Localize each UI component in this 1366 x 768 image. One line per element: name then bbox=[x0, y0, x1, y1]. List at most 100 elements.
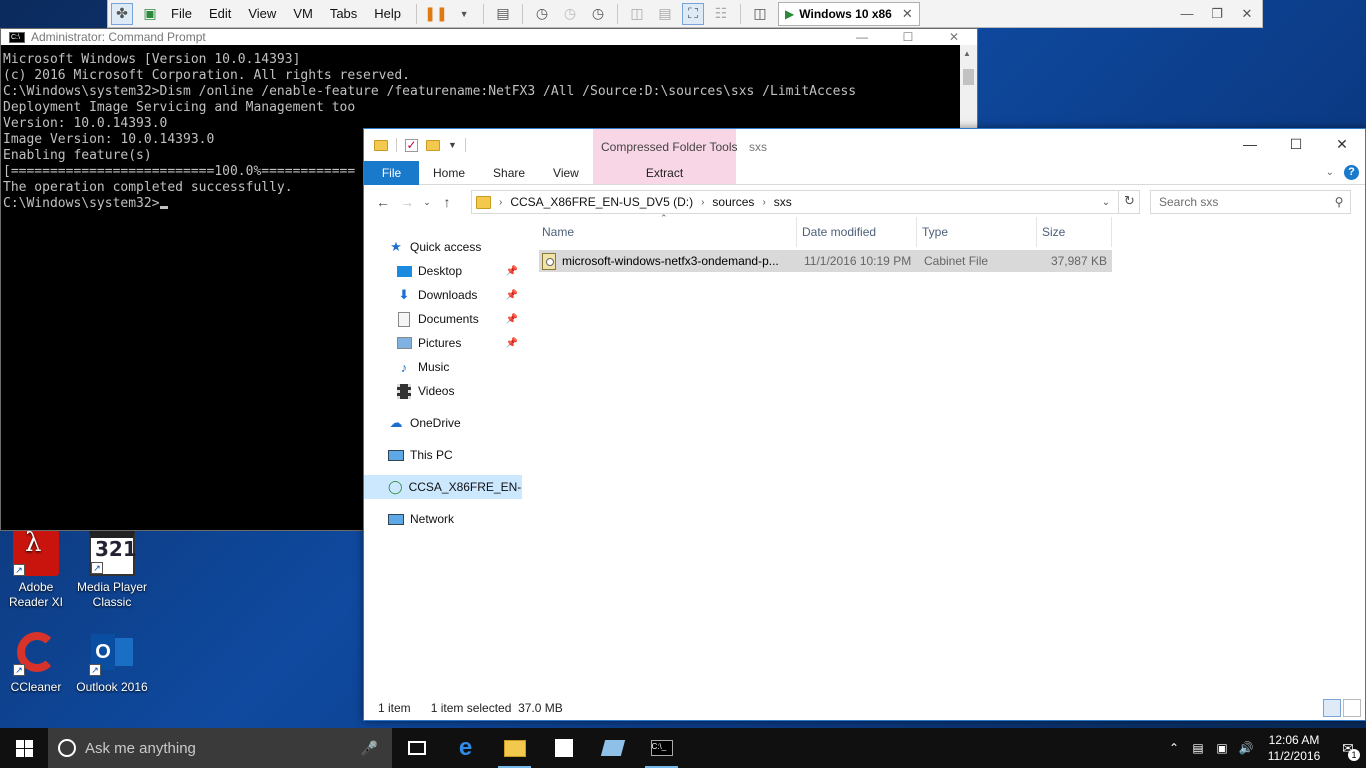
nav-item-drive[interactable]: ◯ CCSA_X86FRE_EN-US bbox=[364, 475, 522, 499]
pin-icon[interactable]: ✤ bbox=[111, 2, 133, 25]
properties-icon[interactable]: ✓ bbox=[405, 138, 418, 152]
desktop-icon-adobe-reader[interactable]: λ ↗ Adobe Reader XI bbox=[0, 530, 72, 610]
column-name[interactable]: Name bbox=[537, 217, 797, 247]
large-icons-view-icon[interactable] bbox=[1343, 699, 1361, 717]
vmware-home-icon[interactable]: ▣ bbox=[139, 3, 161, 25]
desktop-icon-ccleaner[interactable]: ↗ CCleaner bbox=[0, 630, 72, 695]
menu-view[interactable]: View bbox=[241, 6, 286, 21]
action-center-button[interactable]: ✉ 1 bbox=[1330, 740, 1366, 761]
taskbar-store[interactable] bbox=[539, 728, 588, 768]
pin-icon[interactable]: 📌 bbox=[506, 314, 518, 325]
column-date-modified[interactable]: Date modified bbox=[797, 217, 917, 247]
nav-item-videos[interactable]: Videos bbox=[364, 379, 522, 403]
taskbar-command-prompt[interactable]: C:\_ bbox=[637, 728, 686, 768]
cmd-title-bar[interactable]: C:\ Administrator: Command Prompt — ☐ ✕ bbox=[1, 29, 977, 45]
tab-home[interactable]: Home bbox=[419, 161, 479, 185]
vm-tab[interactable]: ▶ Windows 10 x86 ✕ bbox=[778, 1, 920, 26]
tab-view[interactable]: View bbox=[539, 161, 593, 185]
address-bar[interactable]: › CCSA_X86FRE_EN-US_DV5 (D:) › sources ›… bbox=[471, 190, 1140, 214]
cortana-search-box[interactable]: Ask me anything 🎤 bbox=[48, 728, 392, 768]
fullscreen-icon[interactable]: ⛶ bbox=[682, 2, 705, 25]
refresh-icon[interactable]: ↻ bbox=[1118, 190, 1140, 214]
microphone-icon[interactable]: 🎤 bbox=[361, 740, 378, 757]
nav-item-quick-access[interactable]: ★ Quick access bbox=[364, 235, 522, 259]
snapshot-icon[interactable]: ◷ bbox=[531, 3, 553, 25]
close-button[interactable]: ✕ bbox=[931, 30, 977, 44]
forward-arrow-icon[interactable]: → bbox=[395, 194, 419, 210]
column-size[interactable]: Size bbox=[1037, 217, 1112, 247]
vmware-tray-icon[interactable]: ▤ bbox=[1186, 741, 1210, 755]
pin-icon[interactable]: 📌 bbox=[506, 266, 518, 277]
pin-icon[interactable]: 📌 bbox=[506, 290, 518, 301]
chevron-right-icon[interactable]: › bbox=[497, 197, 504, 208]
revert-snapshot-icon[interactable]: ◷ bbox=[559, 3, 581, 25]
close-button[interactable]: ✕ bbox=[1232, 6, 1262, 22]
pin-icon[interactable]: 📌 bbox=[506, 338, 518, 349]
library-view-icon[interactable]: ◫ bbox=[626, 3, 648, 25]
unity-icon[interactable]: ☷ bbox=[710, 3, 732, 25]
file-row[interactable]: microsoft-windows-netfx3-ondemand-p... 1… bbox=[539, 250, 1112, 272]
clock[interactable]: 12:06 AM 11/2/2016 bbox=[1258, 732, 1330, 764]
nav-item-onedrive[interactable]: ☁ OneDrive bbox=[364, 411, 522, 435]
tab-share[interactable]: Share bbox=[479, 161, 539, 185]
network-status-icon[interactable]: ▣ bbox=[1210, 741, 1234, 755]
menu-help[interactable]: Help bbox=[367, 6, 411, 21]
maximize-button[interactable]: ☐ bbox=[1273, 129, 1319, 159]
nav-item-documents[interactable]: Documents 📌 bbox=[364, 307, 522, 331]
details-view-icon[interactable] bbox=[1323, 699, 1341, 717]
desktop-icon-media-player-classic[interactable]: 321 ↗ Media Player Classic bbox=[76, 530, 148, 610]
nav-item-network[interactable]: Network bbox=[364, 507, 522, 531]
close-button[interactable]: ✕ bbox=[1319, 129, 1365, 159]
back-arrow-icon[interactable]: ← bbox=[371, 194, 395, 210]
explorer-title-bar[interactable]: ✓ ▼ bbox=[364, 129, 1365, 161]
send-ctrl-alt-del-icon[interactable]: ▤ bbox=[492, 3, 514, 25]
tab-extract[interactable]: Extract bbox=[593, 161, 736, 185]
nav-item-downloads[interactable]: ⬇ Downloads 📌 bbox=[364, 283, 522, 307]
taskbar-edge[interactable]: e bbox=[441, 728, 490, 768]
file-explorer-window[interactable]: ✓ ▼ Compressed Folder Tools sxs — ☐ ✕ Fi… bbox=[363, 128, 1366, 721]
nav-item-desktop[interactable]: Desktop 📌 bbox=[364, 259, 522, 283]
taskbar-vmware-tools[interactable] bbox=[588, 728, 637, 768]
menu-vm[interactable]: VM bbox=[286, 6, 323, 21]
minimize-button[interactable]: — bbox=[1172, 6, 1202, 22]
taskbar-file-explorer[interactable] bbox=[490, 728, 539, 768]
nav-item-pictures[interactable]: Pictures 📌 bbox=[364, 331, 522, 355]
column-type[interactable]: Type bbox=[917, 217, 1037, 247]
breadcrumb-sxs[interactable]: sxs bbox=[768, 195, 798, 209]
chevron-right-icon[interactable]: › bbox=[760, 197, 767, 208]
tab-file[interactable]: File bbox=[364, 160, 419, 185]
close-icon[interactable]: ✕ bbox=[902, 6, 913, 22]
menu-file[interactable]: File bbox=[164, 6, 202, 21]
desktop-icon-outlook[interactable]: O ↗ Outlook 2016 bbox=[76, 630, 148, 695]
expand-ribbon-icon[interactable]: ⌄ bbox=[1326, 167, 1334, 178]
start-button[interactable] bbox=[0, 728, 48, 768]
task-view-button[interactable] bbox=[392, 728, 441, 768]
restore-button[interactable]: ❐ bbox=[1202, 6, 1232, 22]
show-hidden-icons-icon[interactable]: ⌃ bbox=[1162, 741, 1186, 755]
minimize-button[interactable]: — bbox=[839, 30, 885, 44]
scrollbar-thumb[interactable] bbox=[963, 69, 974, 85]
scroll-up-icon[interactable]: ▲ bbox=[963, 49, 971, 58]
nav-item-this-pc[interactable]: This PC bbox=[364, 443, 522, 467]
new-folder-icon[interactable] bbox=[426, 139, 440, 151]
help-icon[interactable]: ? bbox=[1344, 165, 1359, 180]
up-arrow-icon[interactable]: ↑ bbox=[435, 194, 459, 210]
address-dropdown-icon[interactable]: ⌄ bbox=[1097, 197, 1115, 208]
chevron-right-icon[interactable]: › bbox=[699, 197, 706, 208]
chevron-down-icon[interactable]: ▼ bbox=[453, 3, 475, 25]
customize-toolbar-icon[interactable]: ▼ bbox=[448, 140, 457, 150]
pause-icon[interactable]: ❚❚ bbox=[424, 3, 447, 25]
search-input[interactable]: Search sxs ⚲ bbox=[1150, 190, 1351, 214]
minimize-button[interactable]: — bbox=[1227, 129, 1273, 159]
menu-tabs[interactable]: Tabs bbox=[323, 6, 367, 21]
recent-locations-icon[interactable]: ⌄ bbox=[419, 197, 435, 208]
nav-item-music[interactable]: ♪ Music bbox=[364, 355, 522, 379]
console-view-icon[interactable]: ▤ bbox=[654, 3, 676, 25]
maximize-button[interactable]: ☐ bbox=[885, 30, 931, 44]
volume-icon[interactable]: 🔊 bbox=[1234, 741, 1258, 755]
thumbnail-bar-icon[interactable]: ◫ bbox=[749, 3, 771, 25]
breadcrumb-sources[interactable]: sources bbox=[706, 195, 760, 209]
menu-edit[interactable]: Edit bbox=[202, 6, 241, 21]
snapshot-manager-icon[interactable]: ◷ bbox=[587, 3, 609, 25]
breadcrumb-drive[interactable]: CCSA_X86FRE_EN-US_DV5 (D:) bbox=[504, 195, 699, 209]
